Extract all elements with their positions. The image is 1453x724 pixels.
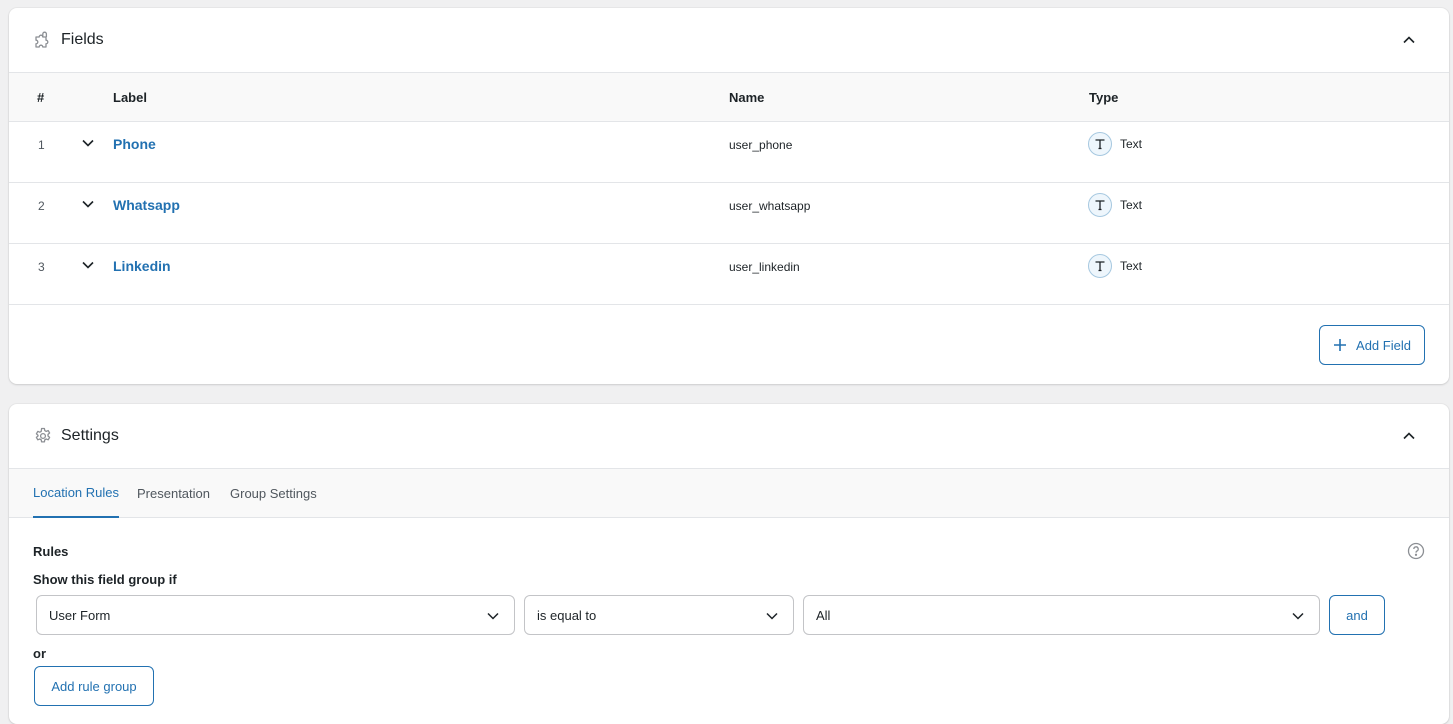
rules-title: Rules [33,544,69,559]
field-row[interactable]: 2 Whatsapp user_whatsapp Text [9,183,1449,244]
field-row[interactable]: 1 Phone user_phone Text [9,122,1449,183]
settings-panel-title: Settings [61,427,119,444]
rule-value-select[interactable]: All [803,595,1320,635]
chevron-down-icon[interactable] [81,197,95,211]
add-field-label: Add Field [1356,337,1411,353]
column-header-name: Name [729,90,765,105]
plus-icon [1333,338,1347,352]
rule-value-value: All [816,607,831,623]
column-header-label: Label [113,90,147,105]
rules-subtitle: Show this field group if [33,572,177,587]
help-icon[interactable] [1407,542,1425,560]
field-number: 2 [38,199,45,213]
chevron-up-icon [1403,432,1415,440]
settings-panel-header[interactable]: Settings [9,404,1449,468]
field-type-label: Text [1120,259,1143,273]
field-name: user_whatsapp [729,199,811,213]
text-type-icon [1088,254,1112,278]
fields-panel-header[interactable]: Fields [9,8,1449,72]
field-name: user_linkedin [729,260,800,274]
chevron-down-icon [486,609,500,623]
and-button[interactable]: and [1329,595,1385,635]
field-type-label: Text [1120,137,1143,151]
settings-panel: Settings Location Rules Presentation Gro… [9,404,1449,724]
rule-param-value: User Form [49,607,111,623]
settings-tabs: Location Rules Presentation Group Settin… [9,468,1449,518]
chevron-down-icon [1291,609,1305,623]
column-header-type: Type [1089,90,1119,105]
text-type-icon [1088,132,1112,156]
column-header-number: # [37,90,45,105]
tab-location-rules[interactable]: Location Rules [33,469,119,518]
puzzle-icon [33,30,53,50]
collapse-settings-button[interactable] [1399,426,1419,446]
rule-param-select[interactable]: User Form [36,595,515,635]
field-number: 1 [38,138,45,152]
tab-presentation[interactable]: Presentation [137,469,210,518]
fields-table-header: # Label Name Type [9,72,1449,122]
chevron-down-icon [765,609,779,623]
rule-operator-select[interactable]: is equal to [524,595,794,635]
field-type: Text [1088,254,1142,278]
chevron-up-icon [1403,36,1415,44]
rule-operator-value: is equal to [537,607,597,623]
field-type: Text [1088,193,1142,217]
field-label-link[interactable]: Linkedin [113,258,171,274]
tab-group-settings[interactable]: Group Settings [230,469,317,518]
field-row[interactable]: 3 Linkedin user_linkedin Text [9,244,1449,305]
or-label: or [33,646,46,661]
field-label-link[interactable]: Whatsapp [113,197,180,213]
chevron-down-icon[interactable] [81,136,95,150]
fields-panel-title: Fields [61,31,104,48]
field-number: 3 [38,260,45,274]
field-label-link[interactable]: Phone [113,136,156,152]
fields-panel: Fields # Label Name Type 1 Phone user_ph… [9,8,1449,384]
text-type-icon [1088,193,1112,217]
gear-icon [33,426,53,446]
field-type-label: Text [1120,198,1143,212]
chevron-down-icon[interactable] [81,258,95,272]
field-name: user_phone [729,138,793,152]
add-field-button[interactable]: Add Field [1319,325,1425,365]
collapse-fields-button[interactable] [1399,30,1419,50]
add-rule-group-button[interactable]: Add rule group [34,666,154,706]
field-type: Text [1088,132,1142,156]
